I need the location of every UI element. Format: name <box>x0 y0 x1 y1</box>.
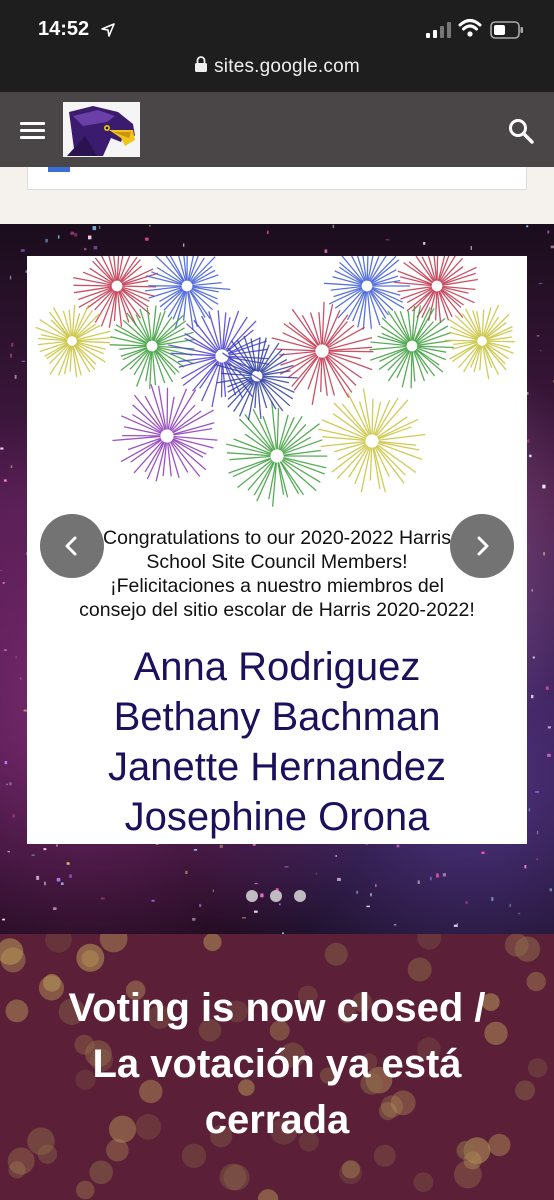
url-display[interactable]: sites.google.com <box>0 56 554 78</box>
fireworks-illustration <box>35 256 516 507</box>
carousel-dot-3[interactable] <box>294 890 306 902</box>
cellular-signal-icon <box>426 22 451 38</box>
location-arrow-icon <box>101 23 115 37</box>
member-name: Anna Rodriguez <box>133 645 421 689</box>
congrats-line-4: consejo del sitio escolar de Harris 2020… <box>79 599 475 621</box>
wifi-icon <box>458 19 482 37</box>
battery-icon <box>490 21 523 39</box>
member-names: Anna Rodriguez Bethany Bachman Janette H… <box>27 642 527 842</box>
carousel-prev-button[interactable] <box>40 514 104 578</box>
voting-status-heading: Voting is now closed / La votación ya es… <box>0 980 554 1148</box>
member-name: Bethany Bachman <box>113 695 441 739</box>
voting-status-section: Voting is now closed / La votación ya es… <box>0 934 554 1200</box>
chevron-right-icon <box>477 536 489 556</box>
browser-url-bar[interactable]: sites.google.com <box>0 46 554 92</box>
eagle-mascot-logo[interactable] <box>63 102 140 157</box>
voting-line-1: Voting is now closed / <box>68 986 486 1030</box>
chevron-left-icon <box>65 536 77 556</box>
embedded-frame-edge <box>27 167 527 190</box>
member-name: Josephine Orona <box>124 795 430 839</box>
voting-line-2: La votación ya está <box>92 1042 462 1086</box>
embedded-frame-marker <box>48 167 70 172</box>
voting-line-3: cerrada <box>204 1098 350 1142</box>
status-time: 14:52 <box>38 18 90 40</box>
hamburger-menu-icon[interactable] <box>20 122 45 140</box>
carousel-dot-2[interactable] <box>270 890 282 902</box>
carousel-next-button[interactable] <box>450 514 514 578</box>
status-bar: 14:52 <box>0 0 554 46</box>
site-header <box>0 92 554 167</box>
eagle-icon <box>63 102 140 157</box>
congrats-line-3: ¡Felicitaciones a nuestro miembros del <box>110 575 444 597</box>
search-icon[interactable] <box>508 118 534 144</box>
content-strip <box>0 167 554 224</box>
lock-icon <box>195 56 208 72</box>
carousel-dot-1[interactable] <box>246 890 258 902</box>
hero-carousel: Congratulations to our 2020-2022 Harris … <box>0 224 554 934</box>
url-text: sites.google.com <box>214 56 360 77</box>
member-name: Janette Hernandez <box>107 745 446 789</box>
